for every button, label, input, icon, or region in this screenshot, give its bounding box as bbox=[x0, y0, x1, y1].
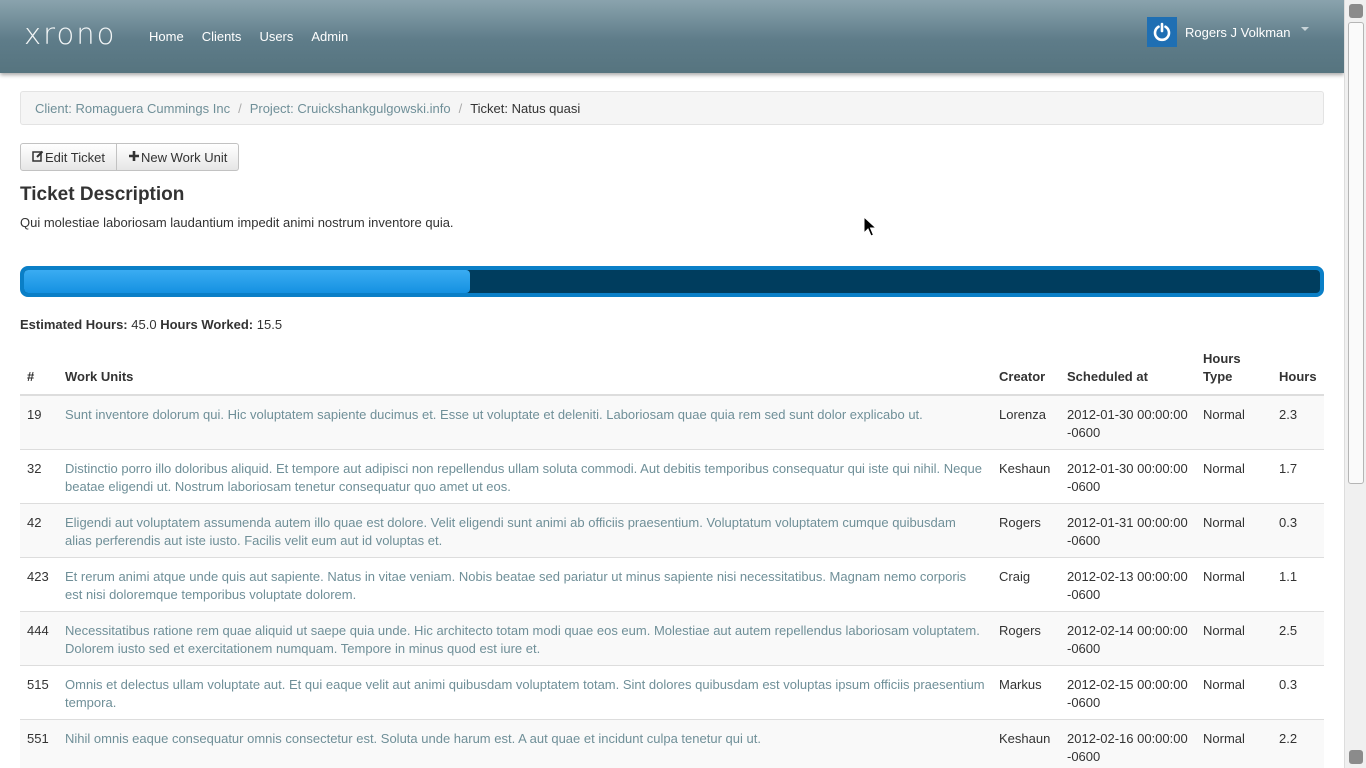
caret-down-icon[interactable] bbox=[1300, 27, 1309, 31]
cell-work-unit-link[interactable]: Nihil omnis eaque consequatur omnis cons… bbox=[58, 719, 992, 768]
cell-work-unit-link[interactable]: Sunt inventore dolorum qui. Hic voluptat… bbox=[58, 394, 992, 450]
cell-number: 515 bbox=[20, 665, 58, 720]
cell-work-unit-link[interactable]: Eligendi aut voluptatem assumenda autem … bbox=[58, 503, 992, 558]
table-header-row: # Work Units Creator Scheduled at Hours … bbox=[20, 342, 1324, 396]
main-nav: Home Clients Users Admin bbox=[140, 0, 357, 73]
cell-scheduled-at: 2012-01-31 00:00:00 -0600 bbox=[1060, 503, 1196, 558]
cell-hours: 0.3 bbox=[1272, 503, 1324, 558]
cell-scheduled-at: 2012-02-16 00:00:00 -0600 bbox=[1060, 719, 1196, 768]
cell-work-unit-link[interactable]: Omnis et delectus ullam voluptate aut. E… bbox=[58, 665, 992, 720]
new-work-unit-button[interactable]: New Work Unit bbox=[116, 143, 240, 171]
hours-worked-value: 15.5 bbox=[256, 317, 283, 332]
col-header-creator: Creator bbox=[992, 342, 1060, 396]
table-row: 551 Nihil omnis eaque consequatur omnis c… bbox=[20, 719, 1324, 768]
user-menu[interactable]: Rogers J Volkman bbox=[1147, 17, 1309, 47]
power-icon bbox=[1147, 17, 1177, 47]
scroll-down-button[interactable] bbox=[1349, 750, 1363, 764]
work-units-table: # Work Units Creator Scheduled at Hours … bbox=[20, 342, 1324, 768]
breadcrumb-client[interactable]: Client: Romaguera Cummings Inc bbox=[35, 101, 230, 116]
cell-hours-type: Normal bbox=[1196, 665, 1272, 720]
cell-creator: Rogers bbox=[992, 611, 1060, 666]
cell-number: 423 bbox=[20, 557, 58, 612]
nav-home[interactable]: Home bbox=[140, 29, 193, 44]
cell-number: 32 bbox=[20, 449, 58, 504]
cell-hours: 2.3 bbox=[1272, 394, 1324, 450]
cell-number: 42 bbox=[20, 503, 58, 558]
ticket-description-text: Qui molestiae laboriosam laudantium impe… bbox=[20, 215, 454, 230]
scroll-thumb[interactable] bbox=[1348, 22, 1364, 484]
cell-scheduled-at: 2012-02-13 00:00:00 -0600 bbox=[1060, 557, 1196, 612]
table-row: 32 Distinctio porro illo doloribus aliqui… bbox=[20, 449, 1324, 504]
breadcrumb-separator: / bbox=[458, 100, 463, 116]
scroll-up-button[interactable] bbox=[1349, 4, 1363, 18]
breadcrumb-project[interactable]: Project: Cruickshankgulgowski.info bbox=[250, 101, 451, 116]
table-row: 423 Et rerum animi atque unde quis aut sa… bbox=[20, 557, 1324, 612]
top-navbar: xrono Home Clients Users Admin Rogers J … bbox=[0, 0, 1344, 73]
cell-scheduled-at: 2012-01-30 00:00:00 -0600 bbox=[1060, 394, 1196, 450]
cell-hours-type: Normal bbox=[1196, 394, 1272, 450]
cell-hours: 1.1 bbox=[1272, 557, 1324, 612]
cell-number: 19 bbox=[20, 394, 58, 450]
cell-scheduled-at: 2012-02-14 00:00:00 -0600 bbox=[1060, 611, 1196, 666]
hours-worked-label: Hours Worked: bbox=[160, 317, 254, 332]
cell-hours-type: Normal bbox=[1196, 557, 1272, 612]
cell-hours-type: Normal bbox=[1196, 611, 1272, 666]
cell-creator: Rogers bbox=[992, 503, 1060, 558]
col-header-number: # bbox=[20, 342, 58, 396]
cell-hours: 2.2 bbox=[1272, 719, 1324, 768]
vertical-scrollbar[interactable] bbox=[1344, 0, 1366, 768]
cell-creator: Markus bbox=[992, 665, 1060, 720]
ticket-description-heading: Ticket Description bbox=[20, 184, 185, 205]
progress-fill bbox=[24, 270, 470, 293]
cell-hours: 2.5 bbox=[1272, 611, 1324, 666]
cell-hours: 0.3 bbox=[1272, 665, 1324, 720]
cell-creator: Keshaun bbox=[992, 449, 1060, 504]
col-header-work-units: Work Units bbox=[58, 342, 992, 396]
estimated-hours-value: 45.0 bbox=[131, 317, 157, 332]
cell-scheduled-at: 2012-01-30 00:00:00 -0600 bbox=[1060, 449, 1196, 504]
edit-ticket-label: Edit Ticket bbox=[45, 149, 105, 165]
nav-users[interactable]: Users bbox=[250, 29, 302, 44]
table-row: 444 Necessitatibus ratione rem quae aliqu… bbox=[20, 611, 1324, 666]
ticket-actions: Edit Ticket New Work Unit bbox=[20, 143, 240, 171]
user-name[interactable]: Rogers J Volkman bbox=[1185, 25, 1291, 40]
hours-progress-bar bbox=[20, 266, 1324, 297]
plus-icon bbox=[128, 150, 140, 165]
table-row: 515 Omnis et delectus ullam voluptate aut… bbox=[20, 665, 1324, 720]
new-work-unit-label: New Work Unit bbox=[140, 149, 228, 165]
cell-hours-type: Normal bbox=[1196, 503, 1272, 558]
cell-work-unit-link[interactable]: Et rerum animi atque unde quis aut sapie… bbox=[58, 557, 992, 612]
estimated-hours-label: Estimated Hours: bbox=[20, 317, 128, 332]
breadcrumb-ticket: Ticket: Natus quasi bbox=[470, 100, 581, 116]
edit-ticket-button[interactable]: Edit Ticket bbox=[20, 143, 117, 171]
col-header-hours-type: Hours Type bbox=[1196, 342, 1272, 396]
cell-hours: 1.7 bbox=[1272, 449, 1324, 504]
edit-icon bbox=[32, 150, 44, 165]
cell-number: 444 bbox=[20, 611, 58, 666]
hours-summary: Estimated Hours: 45.0 Hours Worked: 15.5 bbox=[20, 317, 282, 332]
cell-hours-type: Normal bbox=[1196, 719, 1272, 768]
col-header-hours: Hours bbox=[1272, 342, 1324, 396]
table-row: 42 Eligendi aut voluptatem assumenda aute… bbox=[20, 503, 1324, 558]
nav-admin[interactable]: Admin bbox=[302, 29, 357, 44]
nav-clients[interactable]: Clients bbox=[193, 29, 251, 44]
cell-number: 551 bbox=[20, 719, 58, 768]
cell-creator: Lorenza bbox=[992, 394, 1060, 450]
brand-logo[interactable]: xrono bbox=[24, 17, 116, 51]
table-row: 19 Sunt inventore dolorum qui. Hic volupt… bbox=[20, 394, 1324, 450]
cell-work-unit-link[interactable]: Distinctio porro illo doloribus aliquid.… bbox=[58, 449, 992, 504]
breadcrumb: Client: Romaguera Cummings Inc / Project… bbox=[20, 91, 1324, 125]
cell-scheduled-at: 2012-02-15 00:00:00 -0600 bbox=[1060, 665, 1196, 720]
cell-work-unit-link[interactable]: Necessitatibus ratione rem quae aliquid … bbox=[58, 611, 992, 666]
cell-creator: Keshaun bbox=[992, 719, 1060, 768]
col-header-scheduled: Scheduled at bbox=[1060, 342, 1196, 396]
cell-hours-type: Normal bbox=[1196, 449, 1272, 504]
breadcrumb-separator: / bbox=[238, 100, 242, 116]
cell-creator: Craig bbox=[992, 557, 1060, 612]
